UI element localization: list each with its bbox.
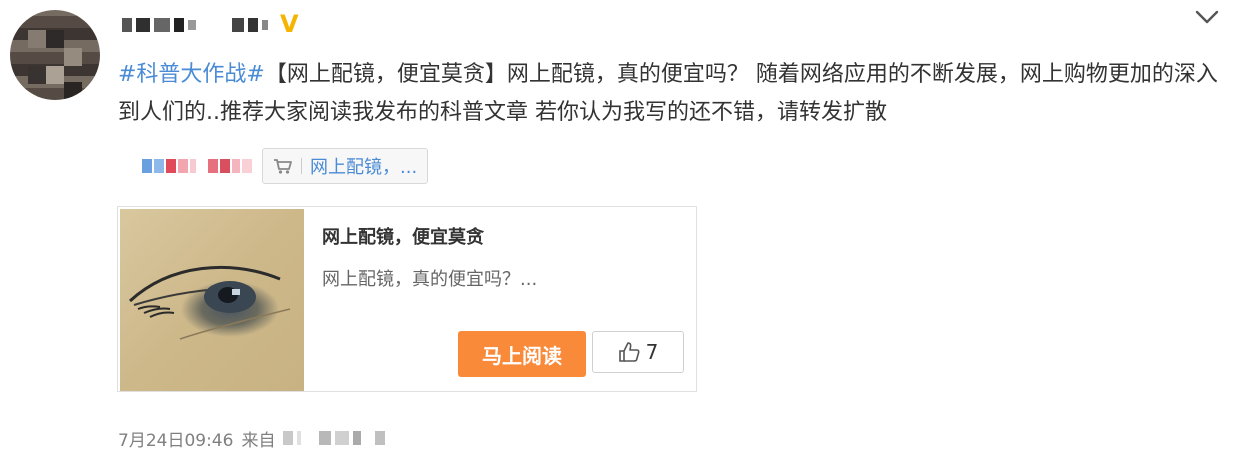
- article-card[interactable]: 网上配镜，便宜莫贪 网上配镜，真的便宜吗？... 马上阅读 7: [117, 206, 697, 392]
- article-title[interactable]: 网上配镜，便宜莫贪: [322, 223, 484, 249]
- username[interactable]: [122, 12, 268, 38]
- article-thumbnail[interactable]: [120, 209, 304, 391]
- eye-image: [128, 265, 291, 340]
- post-body: 【网上配镜，便宜莫贪】网上配镜，真的便宜吗？ 随着网络应用的不断发展，网上购物更…: [118, 62, 1218, 125]
- article-description: 网上配镜，真的便宜吗？...: [322, 269, 538, 290]
- chevron-down-icon[interactable]: [1194, 6, 1220, 28]
- product-link-label: 网上配镜，...: [310, 157, 418, 178]
- product-link-button[interactable]: 网上配镜，...: [262, 148, 429, 184]
- source-mosaic: [142, 159, 252, 173]
- read-now-button[interactable]: 马上阅读: [458, 331, 586, 377]
- like-button[interactable]: 7: [592, 331, 684, 373]
- like-count: 7: [645, 340, 659, 364]
- hashtag-link[interactable]: #科普大作战#: [118, 62, 265, 87]
- thumbs-up-icon: [618, 342, 640, 362]
- post-text: #科普大作战#【网上配镜，便宜莫贪】网上配镜，真的便宜吗？ 随着网络应用的不断发…: [118, 56, 1218, 132]
- post-timestamp[interactable]: 7月24日09:46: [118, 426, 233, 451]
- cart-icon: [274, 159, 292, 174]
- from-label: 来自: [241, 430, 276, 451]
- post-footer: 7月24日09:46 来自: [118, 424, 386, 452]
- divider: [301, 158, 302, 174]
- user-avatar[interactable]: [10, 10, 100, 100]
- source-row: 网上配镜，...: [142, 148, 429, 184]
- verified-badge: V: [280, 10, 299, 38]
- source-app[interactable]: [283, 431, 386, 445]
